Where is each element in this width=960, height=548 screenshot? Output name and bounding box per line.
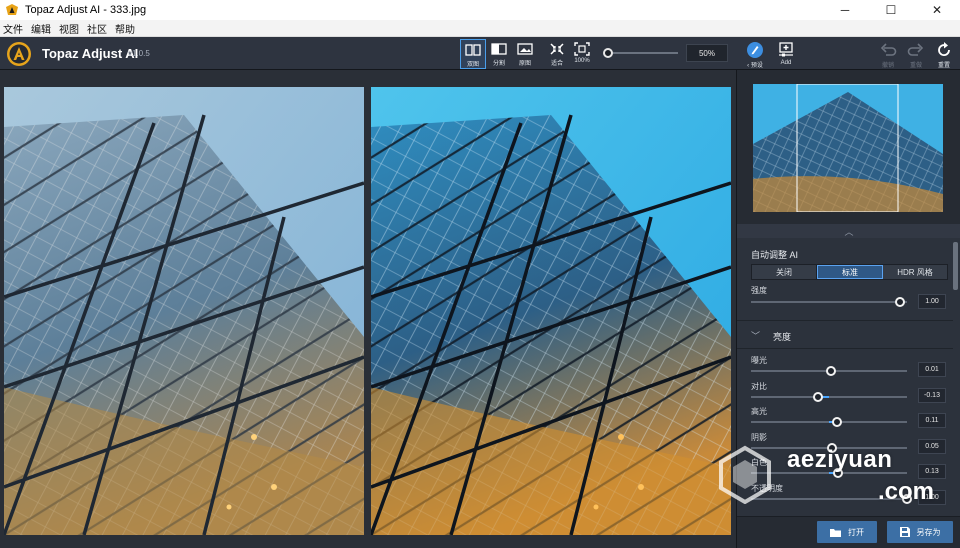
chevron-up-icon: ︿	[844, 226, 854, 237]
slider-thumb[interactable]	[825, 366, 836, 376]
section-divider	[737, 320, 953, 321]
original-view-icon	[517, 43, 533, 55]
actual-size-button[interactable]: 100%	[569, 39, 595, 69]
redo-button[interactable]: 重做	[903, 39, 929, 69]
dual-view-icon	[465, 44, 481, 56]
zoom-value[interactable]: 50%	[686, 44, 728, 62]
redo-label: 重做	[909, 63, 922, 69]
zoom-slider-track[interactable]	[604, 52, 678, 54]
save-as-label: 另存为	[916, 527, 941, 537]
presets-button[interactable]: ‹ 预设	[742, 39, 768, 69]
menu-edit[interactable]: 编辑	[31, 21, 51, 36]
mode-standard-button[interactable]: 标准	[817, 265, 883, 279]
section-divider	[737, 348, 953, 349]
slider-thumb[interactable]	[831, 417, 842, 427]
app-name: Topaz Adjust AI	[42, 46, 139, 61]
strength-label: 强度	[751, 286, 767, 295]
menu-bar: 文件 编辑 视图 社区 帮助	[0, 20, 960, 37]
auto-adjust-title: 自动调整 AI	[751, 250, 799, 260]
add-preset-button[interactable]: Add	[773, 39, 799, 69]
watermark-domain: .com	[878, 478, 935, 505]
fit-label: 适合	[550, 61, 563, 67]
presets-label: ‹ 预设	[747, 63, 763, 69]
adjusted-photo	[371, 87, 731, 535]
menu-community[interactable]: 社区	[87, 21, 107, 36]
split-view-button[interactable]: 分割	[486, 39, 512, 69]
dual-view-label: 双图	[466, 62, 479, 68]
app-version: v1.0.5	[128, 49, 150, 58]
undo-label: 撤销	[881, 63, 894, 69]
reset-button[interactable]: 重置	[931, 39, 957, 69]
close-button[interactable]: ✕	[914, 0, 960, 20]
redo-icon	[907, 43, 924, 56]
menu-file[interactable]: 文件	[3, 21, 23, 36]
slider-thumb[interactable]	[813, 391, 824, 402]
original-image[interactable]	[4, 87, 364, 535]
strength-value[interactable]: 1.00	[918, 294, 946, 309]
adjusted-image[interactable]	[371, 87, 731, 535]
open-label: 打开	[848, 527, 864, 537]
undo-button[interactable]: 撤销	[875, 39, 901, 69]
minimize-button[interactable]: ─	[822, 0, 868, 20]
original-view-label: 原图	[518, 61, 531, 67]
reset-label: 重置	[937, 63, 950, 69]
original-view-button[interactable]: 原图	[512, 39, 538, 69]
slider-label: 高光	[751, 407, 767, 416]
menu-help[interactable]: 帮助	[115, 21, 135, 36]
fit-button[interactable]: 适合	[544, 39, 570, 69]
navigator	[737, 70, 960, 224]
maximize-button[interactable]: ☐	[868, 0, 914, 20]
slider-value[interactable]: 0.11	[918, 413, 946, 428]
presets-text: 预设	[750, 63, 763, 69]
save-as-button[interactable]: 另存为	[887, 521, 953, 543]
app-toolbar: Topaz Adjust AI v1.0.5 双图 分割 原图 适合 100%	[0, 37, 960, 70]
actual-size-icon	[574, 42, 590, 56]
presets-icon	[747, 42, 763, 58]
split-view-label: 分割	[492, 61, 505, 67]
navigator-thumbnail[interactable]	[753, 84, 943, 212]
reset-icon	[938, 42, 950, 56]
undo-icon	[880, 43, 897, 56]
split-view-icon	[491, 43, 507, 55]
panel-scrollbar[interactable]	[953, 242, 958, 290]
chevron-down-icon[interactable]: ﹀	[751, 329, 760, 342]
save-icon	[899, 527, 910, 537]
strength-slider-track[interactable]	[751, 301, 907, 303]
app-window: Topaz Adjust AI - 333.jpg ─ ☐ ✕ 文件 编辑 视图…	[0, 0, 960, 548]
topaz-logo-icon	[7, 42, 31, 66]
slider-label: 阴影	[751, 432, 767, 442]
mode-hdr-button[interactable]: HDR 风格	[883, 265, 947, 279]
open-button[interactable]: 打开	[817, 521, 877, 543]
app-titlebar-icon	[6, 4, 18, 15]
slider-label: 曝光	[751, 356, 767, 365]
window-titlebar: Topaz Adjust AI - 333.jpg ─ ☐ ✕	[0, 0, 960, 20]
original-photo	[4, 87, 364, 535]
dual-view-button[interactable]: 双图	[460, 39, 486, 69]
folder-icon	[830, 528, 841, 537]
brightness-section-title[interactable]: 亮度	[773, 330, 791, 343]
zoom-slider-thumb[interactable]	[602, 48, 613, 58]
slider-track[interactable]	[751, 395, 907, 398]
slider-value[interactable]: -0.13	[918, 387, 946, 403]
menu-view[interactable]: 视图	[59, 21, 79, 36]
strength-slider-thumb[interactable]	[895, 297, 905, 307]
fit-icon	[550, 43, 564, 55]
collapse-navigator-button[interactable]: ︿	[737, 224, 960, 238]
add-sliders-icon	[779, 42, 793, 57]
add-label: Add	[780, 60, 792, 66]
mode-off-button[interactable]: 关闭	[752, 265, 817, 279]
navigator-photo	[753, 84, 943, 212]
slider-label: 对比	[751, 381, 767, 391]
actual-size-label: 100%	[574, 58, 590, 64]
image-canvas[interactable]	[0, 70, 736, 548]
auto-adjust-mode-selector: 关闭 标准 HDR 风格	[751, 264, 948, 280]
slider-value[interactable]: 0.01	[918, 362, 946, 377]
watermark-text: aeziyuan	[787, 446, 893, 473]
window-title: Topaz Adjust AI - 333.jpg	[25, 4, 147, 16]
